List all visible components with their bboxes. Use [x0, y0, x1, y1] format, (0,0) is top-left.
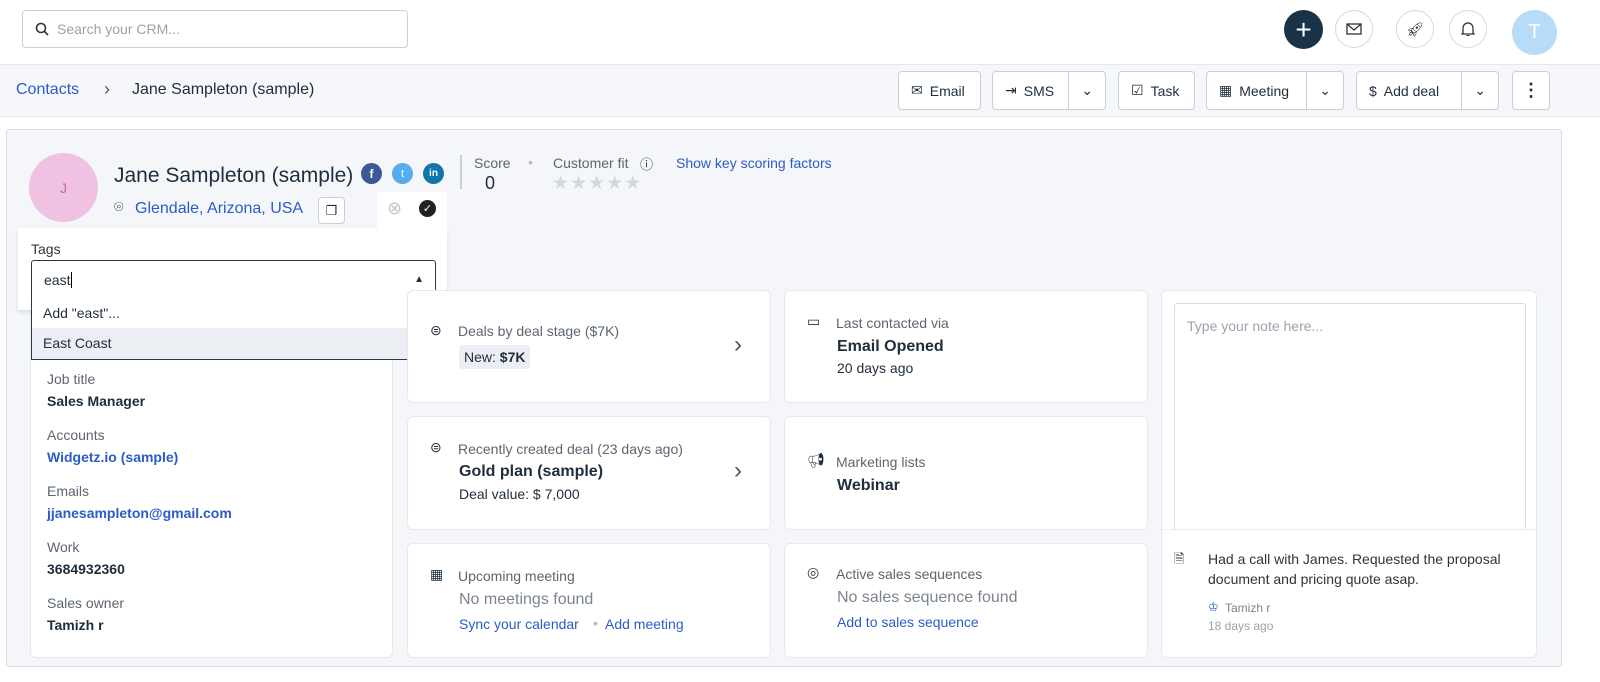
- dollar-icon: ⊜: [430, 439, 442, 455]
- copy-icon: ❐: [325, 202, 338, 218]
- search-input[interactable]: Search your CRM...: [22, 10, 408, 48]
- sequences-card: ◎ Active sales sequences No sales sequen…: [784, 543, 1148, 658]
- detail-value: Sales Manager: [47, 393, 146, 409]
- plus-icon: +: [1295, 13, 1312, 45]
- linkedin-icon[interactable]: in: [423, 163, 444, 184]
- sms-icon: ⇥: [1005, 82, 1017, 98]
- chevron-down-icon: ⌄: [1319, 82, 1332, 98]
- more-button[interactable]: ⋮: [1512, 71, 1550, 110]
- info-icon[interactable]: ⓘ: [640, 154, 653, 173]
- text-cursor: [71, 271, 73, 288]
- chevron-right-icon[interactable]: ›: [734, 457, 742, 485]
- sms-button[interactable]: ⇥ SMS ⌄: [992, 71, 1106, 110]
- task-button[interactable]: ☑︎ Task: [1118, 71, 1195, 110]
- tag-option[interactable]: Add "east"...: [32, 297, 435, 328]
- mail-icon: ✉︎: [911, 82, 923, 98]
- chevron-right-icon[interactable]: ›: [734, 331, 742, 359]
- search-icon: [35, 22, 49, 36]
- megaphone-icon: 📢︎: [807, 452, 825, 468]
- mail-icon: [1346, 23, 1362, 35]
- breadcrumb-contacts[interactable]: Contacts: [16, 81, 79, 99]
- score-value: 0: [485, 173, 496, 193]
- meeting-button[interactable]: ▦ Meeting ⌄: [1206, 71, 1344, 110]
- calendar-icon: ▦: [1219, 82, 1233, 98]
- bell-icon: [1461, 22, 1475, 36]
- chevron-down-icon: ⌄: [1474, 82, 1487, 98]
- notes-card: Type your note here... 🗎 Had a call with…: [1161, 290, 1537, 658]
- score-label: Score: [474, 155, 511, 171]
- detail-field: Sales owner Tamizh r: [47, 595, 232, 651]
- tag-actions: ⊗ ✓: [377, 192, 447, 228]
- rocket-icon: 🚀︎: [1406, 20, 1424, 37]
- facebook-icon[interactable]: f: [361, 163, 382, 184]
- deal-value: Deal value: $ 7,000: [459, 486, 580, 502]
- mail-button[interactable]: [1335, 10, 1373, 48]
- chevron-down-icon: ⌄: [1081, 82, 1094, 98]
- detail-value[interactable]: jjanesampleton@gmail.com: [47, 505, 232, 521]
- more-vertical-icon: ⋮: [1522, 80, 1540, 100]
- chat-icon: ▭: [807, 313, 821, 329]
- detail-value: Tamizh r: [47, 617, 104, 633]
- recent-deal-card[interactable]: ⊜ Recently created deal (23 days ago) Go…: [407, 416, 771, 530]
- deals-stage-card[interactable]: ⊜ Deals by deal stage ($7K) New: $7K ›: [407, 290, 771, 403]
- sms-dropdown[interactable]: ⌄: [1068, 72, 1105, 109]
- detail-field: Emails jjanesampleton@gmail.com: [47, 483, 232, 521]
- tags-input[interactable]: east ▲: [31, 260, 436, 299]
- fit-stars: ★★★★★: [552, 173, 643, 194]
- tags-label: Tags: [31, 241, 61, 257]
- email-button[interactable]: ✉︎ Email: [898, 71, 981, 110]
- top-bar: Search your CRM... + 🚀︎ T: [0, 0, 1600, 65]
- notifications-button[interactable]: [1449, 10, 1487, 48]
- caret-up-icon[interactable]: ▲: [414, 274, 424, 285]
- add-sequence-link[interactable]: Add to sales sequence: [837, 614, 979, 630]
- deal-name: Gold plan (sample): [459, 463, 604, 480]
- scoring-factors-link[interactable]: Show key scoring factors: [676, 155, 832, 171]
- marketing-lists-card: 📢︎ Marketing lists Webinar: [784, 416, 1148, 530]
- detail-field: Work 3684932360: [47, 539, 232, 595]
- tag-option[interactable]: East Coast: [32, 328, 435, 359]
- contact-avatar: J: [29, 153, 98, 222]
- add-deal-dropdown[interactable]: ⌄: [1461, 72, 1498, 109]
- add-button[interactable]: +: [1284, 10, 1323, 49]
- chevron-right-icon: ›: [104, 79, 110, 99]
- note-author: Tamizh r: [1225, 601, 1271, 615]
- sync-calendar-link[interactable]: Sync your calendar: [459, 616, 579, 632]
- separator-dot: •: [528, 154, 533, 170]
- twitter-icon[interactable]: t: [392, 163, 413, 184]
- crown-icon: ♔: [1208, 600, 1219, 614]
- stage-badge: New: $7K: [459, 345, 531, 369]
- user-avatar[interactable]: T: [1512, 10, 1557, 55]
- rocket-button[interactable]: 🚀︎: [1396, 10, 1434, 48]
- divider: [460, 155, 462, 189]
- cancel-icon[interactable]: ⊗: [387, 198, 402, 219]
- location-link[interactable]: Glendale, Arizona, USA: [135, 200, 303, 218]
- add-deal-button[interactable]: $ Add deal ⌄: [1356, 71, 1499, 110]
- note-time: 18 days ago: [1208, 619, 1274, 633]
- last-contacted-card: ▭ Last contacted via Email Opened 20 day…: [784, 290, 1148, 403]
- calendar-icon: ▦: [430, 566, 444, 582]
- dollar-icon: ⊜: [430, 322, 442, 338]
- meeting-card: ▦ Upcoming meeting No meetings found Syn…: [407, 543, 771, 658]
- contact-name: Jane Sampleton (sample): [114, 164, 354, 187]
- detail-field: Accounts Widgetz.io (sample): [47, 427, 232, 483]
- target-icon: ◎: [807, 564, 820, 580]
- location-icon: ⌾: [114, 199, 124, 216]
- note-textarea[interactable]: Type your note here...: [1174, 303, 1526, 530]
- dollar-icon: $: [1369, 82, 1377, 99]
- breadcrumb-current: Jane Sampleton (sample): [132, 81, 315, 98]
- copy-button[interactable]: ❐: [318, 197, 345, 224]
- details-list: Job title Sales Manager Accounts Widgetz.io…: [47, 371, 232, 651]
- note-text: Had a call with James. Requested the pro…: [1208, 551, 1501, 587]
- task-icon: ☑︎: [1131, 82, 1144, 98]
- add-meeting-link[interactable]: Add meeting: [605, 616, 684, 632]
- detail-value[interactable]: Widgetz.io (sample): [47, 449, 232, 465]
- tags-dropdown: Add "east"... East Coast: [31, 297, 436, 360]
- meeting-dropdown[interactable]: ⌄: [1306, 72, 1343, 109]
- customer-fit-label: Customer fit: [553, 155, 629, 171]
- detail-field: Job title Sales Manager: [47, 371, 232, 427]
- note-icon: 🗎: [1174, 551, 1185, 566]
- confirm-icon[interactable]: ✓: [419, 200, 436, 217]
- detail-value: 3684932360: [47, 561, 125, 577]
